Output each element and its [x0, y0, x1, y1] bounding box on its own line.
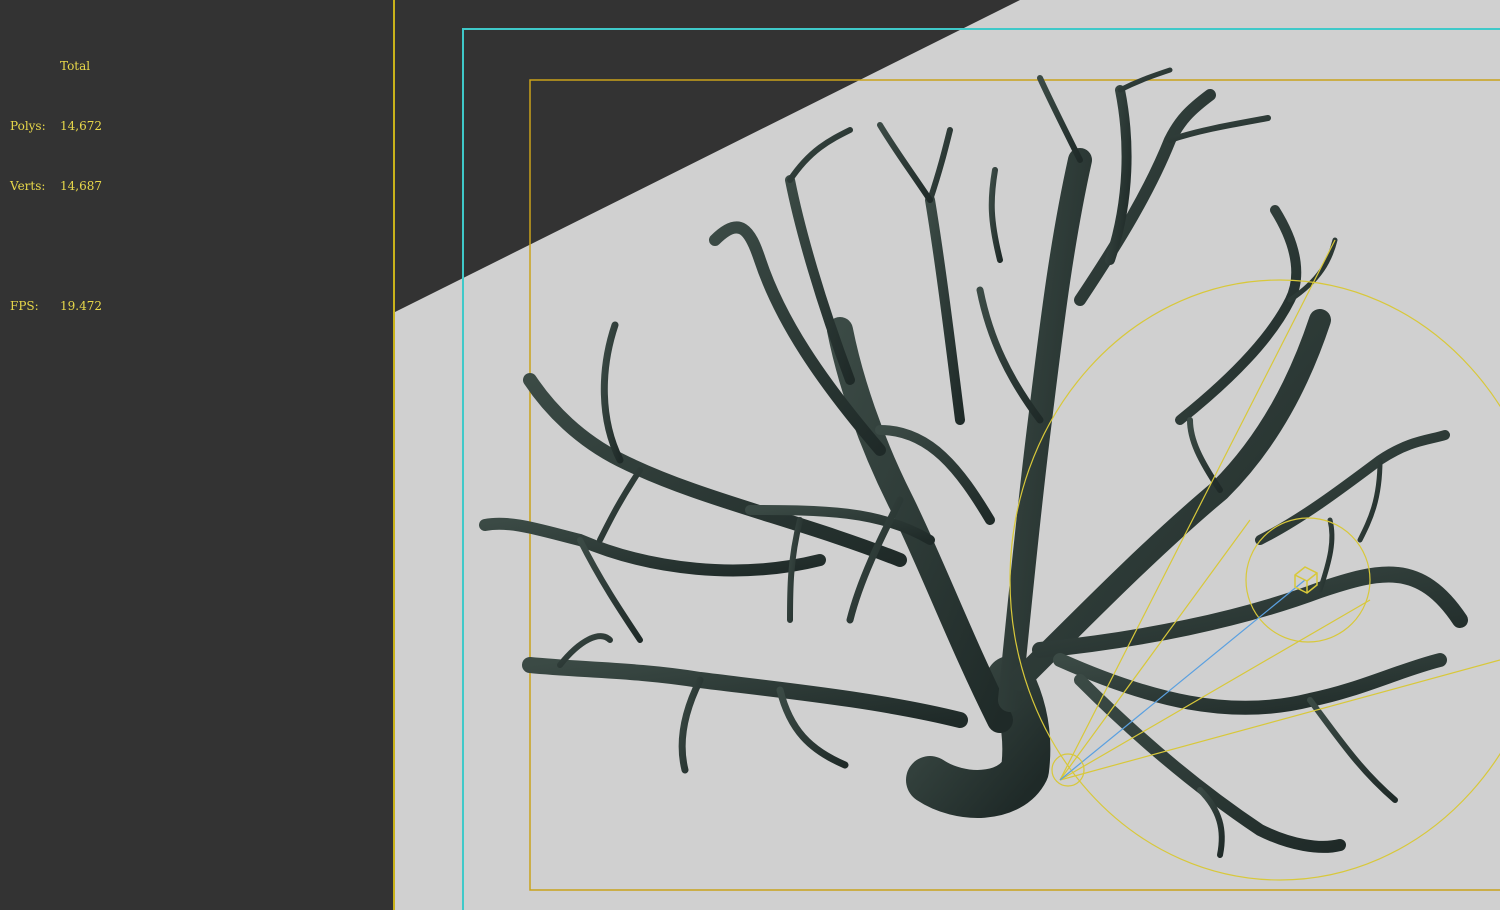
viewport-3d[interactable] [0, 0, 1500, 910]
